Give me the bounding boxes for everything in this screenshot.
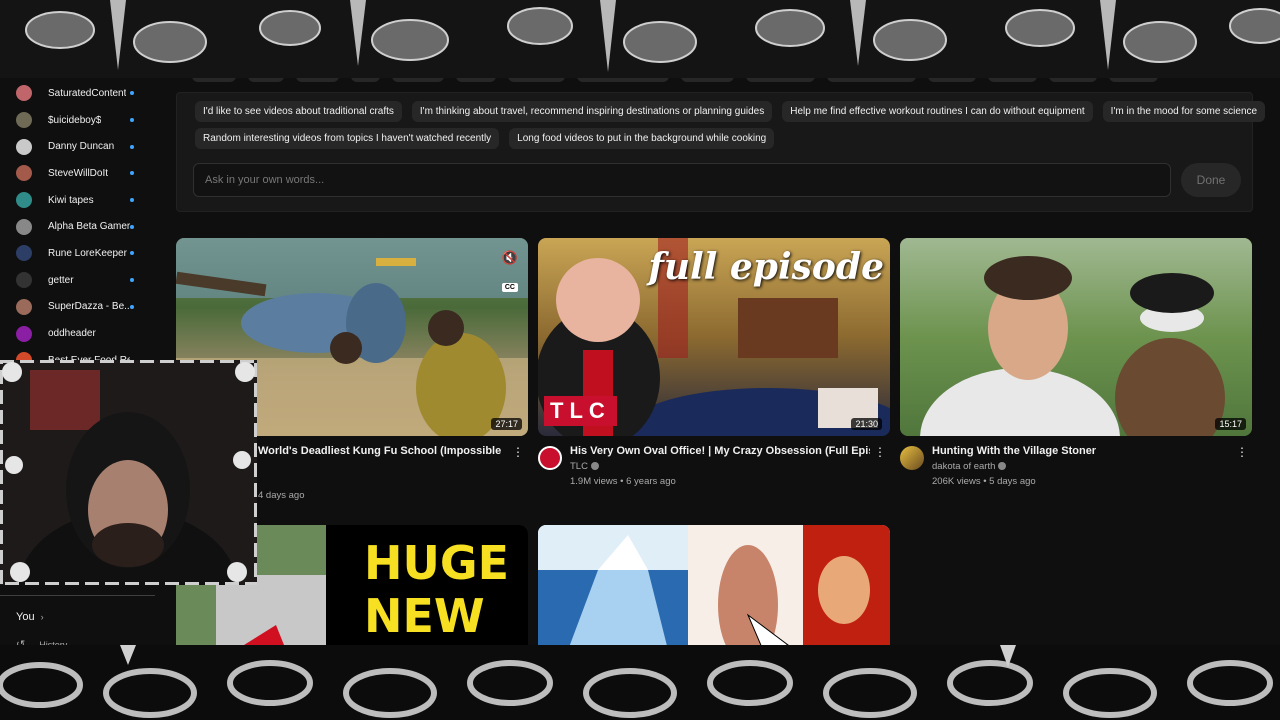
new-content-dot-icon <box>130 304 134 309</box>
suggested-prompt-chip[interactable]: Long food videos to put in the backgroun… <box>509 128 775 149</box>
sidebar-subscription-item[interactable]: Rune LoreKeeper <box>0 240 160 267</box>
new-content-dot-icon <box>130 91 134 96</box>
video-meta: 4 days ago <box>258 490 305 501</box>
decorative-frame-top <box>0 0 1280 78</box>
subscription-name: Rune LoreKeeper <box>48 247 127 259</box>
chevron-right-icon: › <box>40 612 44 622</box>
video-card[interactable]: full episode TLC 21:30 His Very Own Oval… <box>538 238 890 498</box>
channel-avatar <box>16 245 32 262</box>
you-section-link[interactable]: You › <box>16 611 44 623</box>
sidebar-subscription-item[interactable]: Alpha Beta Gamer <box>0 213 160 240</box>
ask-suggestions-panel: I'd like to see videos about traditional… <box>176 92 1266 212</box>
iceberg-thumbnail-art <box>538 525 890 650</box>
channel-avatar <box>16 218 32 235</box>
suggested-prompt-chip[interactable]: I'd like to see videos about traditional… <box>195 101 402 122</box>
video-card[interactable]: 15:17 Hunting With the Village Stoner da… <box>900 238 1252 498</box>
sidebar-subscription-item[interactable]: getter <box>0 267 160 294</box>
huge-new-text: HUGE NEW <box>364 536 510 643</box>
video-meta: 206K views • 5 days ago <box>932 476 1036 487</box>
sidebar-subscription-item[interactable]: oddheader <box>0 320 160 347</box>
video-thumbnail[interactable]: full episode TLC 21:30 <box>538 238 890 436</box>
verified-icon <box>590 462 599 471</box>
subscription-name: Alpha Beta Gamer <box>48 221 130 233</box>
channel-avatar <box>16 192 32 209</box>
channel-avatar <box>16 112 32 129</box>
subscription-name: Danny Duncan <box>48 141 115 153</box>
suggested-prompt-chip[interactable]: I'm thinking about travel, recommend ins… <box>411 101 773 122</box>
subscription-name: SaturatedContent <box>48 87 127 99</box>
more-options-icon[interactable]: ⋮ <box>874 445 886 459</box>
subscription-name: getter <box>48 274 74 286</box>
suggested-prompt-chip[interactable]: I'm in the mood for some science <box>1102 101 1266 122</box>
new-content-dot-icon <box>130 251 134 256</box>
channel-avatar <box>16 298 32 315</box>
sidebar-subscription-item[interactable]: Danny Duncan <box>0 133 160 160</box>
barbed-chain-decoration <box>0 645 1280 720</box>
subscription-name: oddheader <box>48 328 96 340</box>
done-button[interactable]: Done <box>1181 163 1241 197</box>
channel-avatar-tlc[interactable] <box>538 446 562 470</box>
subscription-name: Kiwi tapes <box>48 194 94 206</box>
prompt-row-1: I'd like to see videos about traditional… <box>195 101 1266 122</box>
new-content-dot-icon <box>130 144 134 149</box>
video-thumbnail[interactable] <box>538 525 890 650</box>
channel-avatar <box>16 138 32 155</box>
more-options-icon[interactable]: ⋮ <box>512 445 524 459</box>
channel-avatar-dakota[interactable] <box>900 446 924 470</box>
more-options-icon[interactable]: ⋮ <box>1236 445 1248 459</box>
new-content-dot-icon <box>130 171 134 176</box>
sidebar-subscription-item[interactable]: $uicideboy$ <box>0 107 160 134</box>
video-meta: 1.9M views • 6 years ago <box>570 476 676 487</box>
channel-avatar <box>16 165 32 182</box>
screen: { "chips": ["Music","Live","News","Mi","… <box>0 0 1280 720</box>
village-thumbnail-art <box>900 238 1252 436</box>
you-label: You <box>16 611 35 623</box>
streamer-webcam-overlay <box>0 360 257 585</box>
channel-name[interactable]: TLC <box>570 461 599 472</box>
ask-input[interactable] <box>193 163 1171 197</box>
decorative-frame-bottom <box>0 645 1280 720</box>
new-content-dot-icon <box>130 278 134 283</box>
video-thumbnail[interactable]: 15:17 <box>900 238 1252 436</box>
sidebar-subscription-item[interactable]: SaturatedContent <box>0 80 160 107</box>
sidebar-subscription-item[interactable]: SuperDazza - Be... <box>0 294 160 321</box>
sidebar-subscription-item[interactable]: Kiwi tapes <box>0 187 160 214</box>
video-title[interactable]: His Very Own Oval Office! | My Crazy Obs… <box>570 445 870 457</box>
new-content-dot-icon <box>130 198 134 203</box>
mute-icon[interactable]: 🔇 <box>502 250 518 266</box>
subscriptions-list: SaturatedContent $uicideboy$ Danny Duncan S… <box>0 60 160 374</box>
captions-icon[interactable]: CC <box>501 283 518 292</box>
channel-name[interactable]: dakota of earth <box>932 461 1007 472</box>
full-episode-text: full episode <box>648 246 884 288</box>
channel-avatar <box>16 325 32 342</box>
duration-badge: 27:17 <box>491 418 522 430</box>
suggested-prompt-chip[interactable]: Random interesting videos from topics I … <box>195 128 500 149</box>
suggested-prompt-chip[interactable]: Help me find effective workout routines … <box>782 101 1093 122</box>
prompt-row-2: Random interesting videos from topics I … <box>195 128 775 149</box>
sidebar-divider <box>0 595 155 596</box>
new-content-dot-icon <box>130 118 134 123</box>
channel-avatar <box>16 85 32 102</box>
duration-badge: 21:30 <box>851 418 882 430</box>
new-content-dot-icon <box>130 224 134 229</box>
tlc-thumbnail-logo: TLC <box>544 396 617 426</box>
sidebar-subscription-item[interactable]: SteveWillDoIt <box>0 160 160 187</box>
subscription-name: $uicideboy$ <box>48 114 102 126</box>
subscription-name: SteveWillDoIt <box>48 167 109 179</box>
channel-avatar <box>16 272 32 289</box>
duration-badge: 15:17 <box>1215 418 1246 430</box>
webcam-feed <box>0 360 257 585</box>
video-title[interactable]: Hunting With the Village Stoner <box>932 445 1232 457</box>
subscription-name: SuperDazza - Be... <box>48 301 130 313</box>
chains-and-skulls-decoration <box>0 0 1280 78</box>
verified-icon <box>998 462 1007 471</box>
